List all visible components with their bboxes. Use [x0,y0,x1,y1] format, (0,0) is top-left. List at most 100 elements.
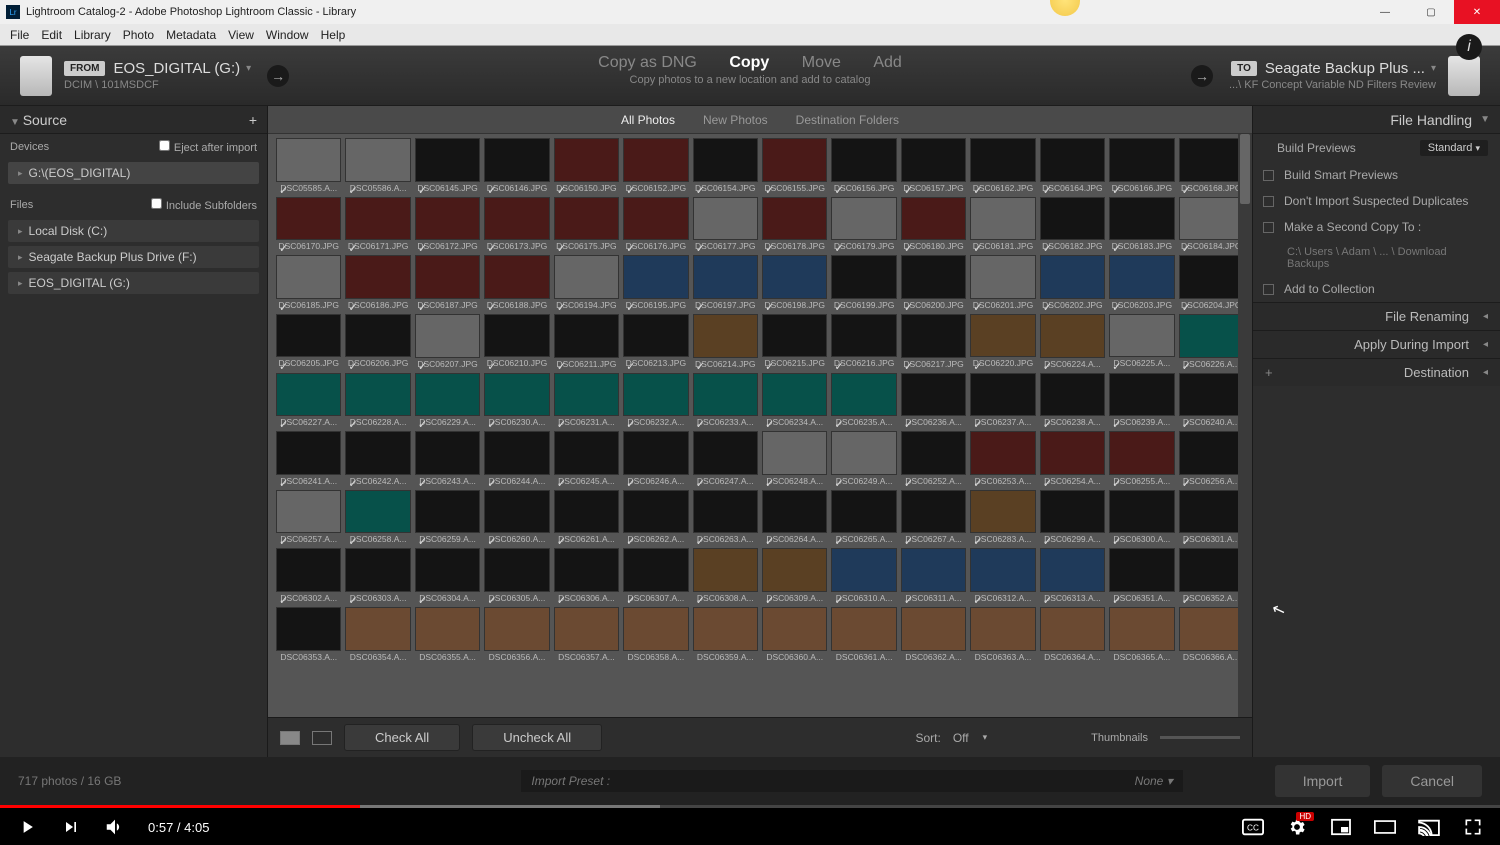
smart-previews-label: Build Smart Previews [1284,168,1398,182]
menu-edit[interactable]: Edit [37,26,66,44]
menu-file[interactable]: File [6,26,33,44]
source-path: DCIM \ 101MSDCF [64,79,251,91]
thumbnail[interactable]: DSC06360.A... [762,607,827,662]
next-icon[interactable] [60,816,82,838]
menu-photo[interactable]: Photo [119,26,158,44]
import-button[interactable]: Import [1275,765,1371,797]
action-copy-dng[interactable]: Copy as DNG [584,54,711,72]
destination-head[interactable]: +Destination [1253,358,1500,386]
play-icon[interactable] [16,816,38,838]
thumbnail-filename: DSC06365.A... [1109,652,1174,662]
source-dropdown-icon[interactable]: ▾ [246,63,251,74]
uncheck-all-button[interactable]: Uncheck All [472,724,602,751]
cast-icon[interactable] [1418,816,1440,838]
action-move[interactable]: Move [788,54,855,72]
volume-icon[interactable] [104,816,126,838]
menu-help[interactable]: Help [317,26,350,44]
cancel-button[interactable]: Cancel [1382,765,1482,797]
duplicates-checkbox[interactable] [1263,196,1274,207]
tab-new-photos[interactable]: New Photos [703,113,768,127]
second-copy-label: Make a Second Copy To : [1284,220,1421,234]
loupe-view-icon[interactable] [312,731,332,745]
thumbnail[interactable]: DSC06355.A... [415,607,480,662]
files-label: Files [10,199,33,211]
file-renaming-head[interactable]: File Renaming [1253,302,1500,330]
thumbnail[interactable]: DSC06366.A... [1179,607,1244,662]
arrow-right-icon: → [267,65,289,87]
source-drive-name[interactable]: EOS_DIGITAL (G:) [113,60,240,77]
settings-icon[interactable]: HD [1286,816,1308,838]
thumbnail-size-slider[interactable] [1160,736,1240,739]
second-copy-checkbox[interactable] [1263,222,1274,233]
thumbnail[interactable]: DSC06365.A... [1109,607,1174,662]
eject-checkbox[interactable]: Eject after import [159,140,257,154]
view-tabs: All Photos New Photos Destination Folder… [268,106,1252,134]
menu-view[interactable]: View [224,26,258,44]
bottom-strip: 717 photos / 16 GB Import Preset :None ▾… [0,757,1500,805]
drive-seagate[interactable]: Seagate Backup Plus Drive (F:) [8,246,259,268]
grid-view-icon[interactable] [280,731,300,745]
close-button[interactable]: ✕ [1454,0,1500,24]
grid-scrollbar[interactable] [1238,134,1252,717]
left-panel: ▼ Source + Devices Eject after import G:… [0,106,268,757]
progress-bar[interactable] [0,805,1500,808]
drive-eos[interactable]: EOS_DIGITAL (G:) [8,272,259,294]
action-subtitle: Copy photos to a new location and add to… [584,74,916,86]
menu-window[interactable]: Window [262,26,313,44]
thumbnail-filename: DSC06361.A... [831,652,896,662]
right-panel: File Handling▼ Build Previews Standard ▾… [1252,106,1500,757]
smart-previews-checkbox[interactable] [1263,170,1274,181]
file-handling-head[interactable]: File Handling▼ [1253,106,1500,134]
menu-library[interactable]: Library [70,26,115,44]
menubar: File Edit Library Photo Metadata View Wi… [0,24,1500,46]
thumbnail[interactable]: DSC06362.A... [901,607,966,662]
thumbnail[interactable]: DSC06358.A... [623,607,688,662]
thumbnail[interactable]: DSC06359.A... [693,607,758,662]
drive-local[interactable]: Local Disk (C:) [8,220,259,242]
action-add[interactable]: Add [859,54,915,72]
thumbnail-filename: DSC06363.A... [970,652,1035,662]
thumbnail[interactable]: DSC06356.A... [484,607,549,662]
include-subfolders-checkbox[interactable]: Include Subfolders [151,198,257,212]
menu-metadata[interactable]: Metadata [162,26,220,44]
theater-icon[interactable] [1374,816,1396,838]
thumbnail[interactable]: DSC06357.A... [554,607,619,662]
miniplayer-icon[interactable] [1330,816,1352,838]
to-tag: TO [1231,61,1257,76]
dest-path: ...\ KF Concept Variable ND Filters Revi… [1229,79,1436,91]
window-title: Lightroom Catalog-2 - Adobe Photoshop Li… [26,6,356,18]
sort-dropdown-icon[interactable]: ▾ [983,732,988,743]
minimize-button[interactable]: — [1362,0,1408,24]
thumbnail[interactable]: DSC06354.A... [345,607,410,662]
app-icon: Lr [6,5,20,19]
thumbnail-area: All Photos New Photos Destination Folder… [268,106,1252,757]
import-preset-select[interactable]: Import Preset :None ▾ [521,770,1182,792]
maximize-button[interactable]: ▢ [1408,0,1454,24]
tab-dest-folders[interactable]: Destination Folders [796,113,899,127]
add-source-icon[interactable]: + [249,112,257,128]
sort-value[interactable]: Off [953,731,969,745]
dest-drive-name[interactable]: Seagate Backup Plus ... [1265,60,1425,77]
build-previews-select[interactable]: Standard ▾ [1420,140,1488,156]
device-item[interactable]: G:\(EOS_DIGITAL) [8,162,259,184]
thumbnail[interactable]: DSC06361.A... [831,607,896,662]
thumbnail[interactable]: DSC06353.A... [276,607,341,662]
tab-all-photos[interactable]: All Photos [621,113,675,127]
dest-dropdown-icon[interactable]: ▾ [1431,63,1436,74]
add-collection-checkbox[interactable] [1263,284,1274,295]
sort-label: Sort: [915,731,940,745]
check-all-button[interactable]: Check All [344,724,460,751]
thumbnail-filename: DSC06357.A... [554,652,619,662]
info-icon[interactable]: i [1456,34,1482,60]
second-copy-path: C:\ Users \ Adam \ ... \ Download Backup… [1253,240,1500,276]
apply-during-import-head[interactable]: Apply During Import [1253,330,1500,358]
source-panel-head[interactable]: ▼ Source + [0,106,267,134]
video-player: 0:57 / 4:05 CC HD [0,805,1500,845]
from-tag: FROM [64,61,105,76]
thumbnail[interactable]: DSC06364.A... [1040,607,1105,662]
add-collection-label: Add to Collection [1284,282,1375,296]
fullscreen-icon[interactable] [1462,816,1484,838]
action-copy[interactable]: Copy [715,54,783,72]
thumbnail[interactable]: DSC06363.A... [970,607,1035,662]
cc-icon[interactable]: CC [1242,816,1264,838]
